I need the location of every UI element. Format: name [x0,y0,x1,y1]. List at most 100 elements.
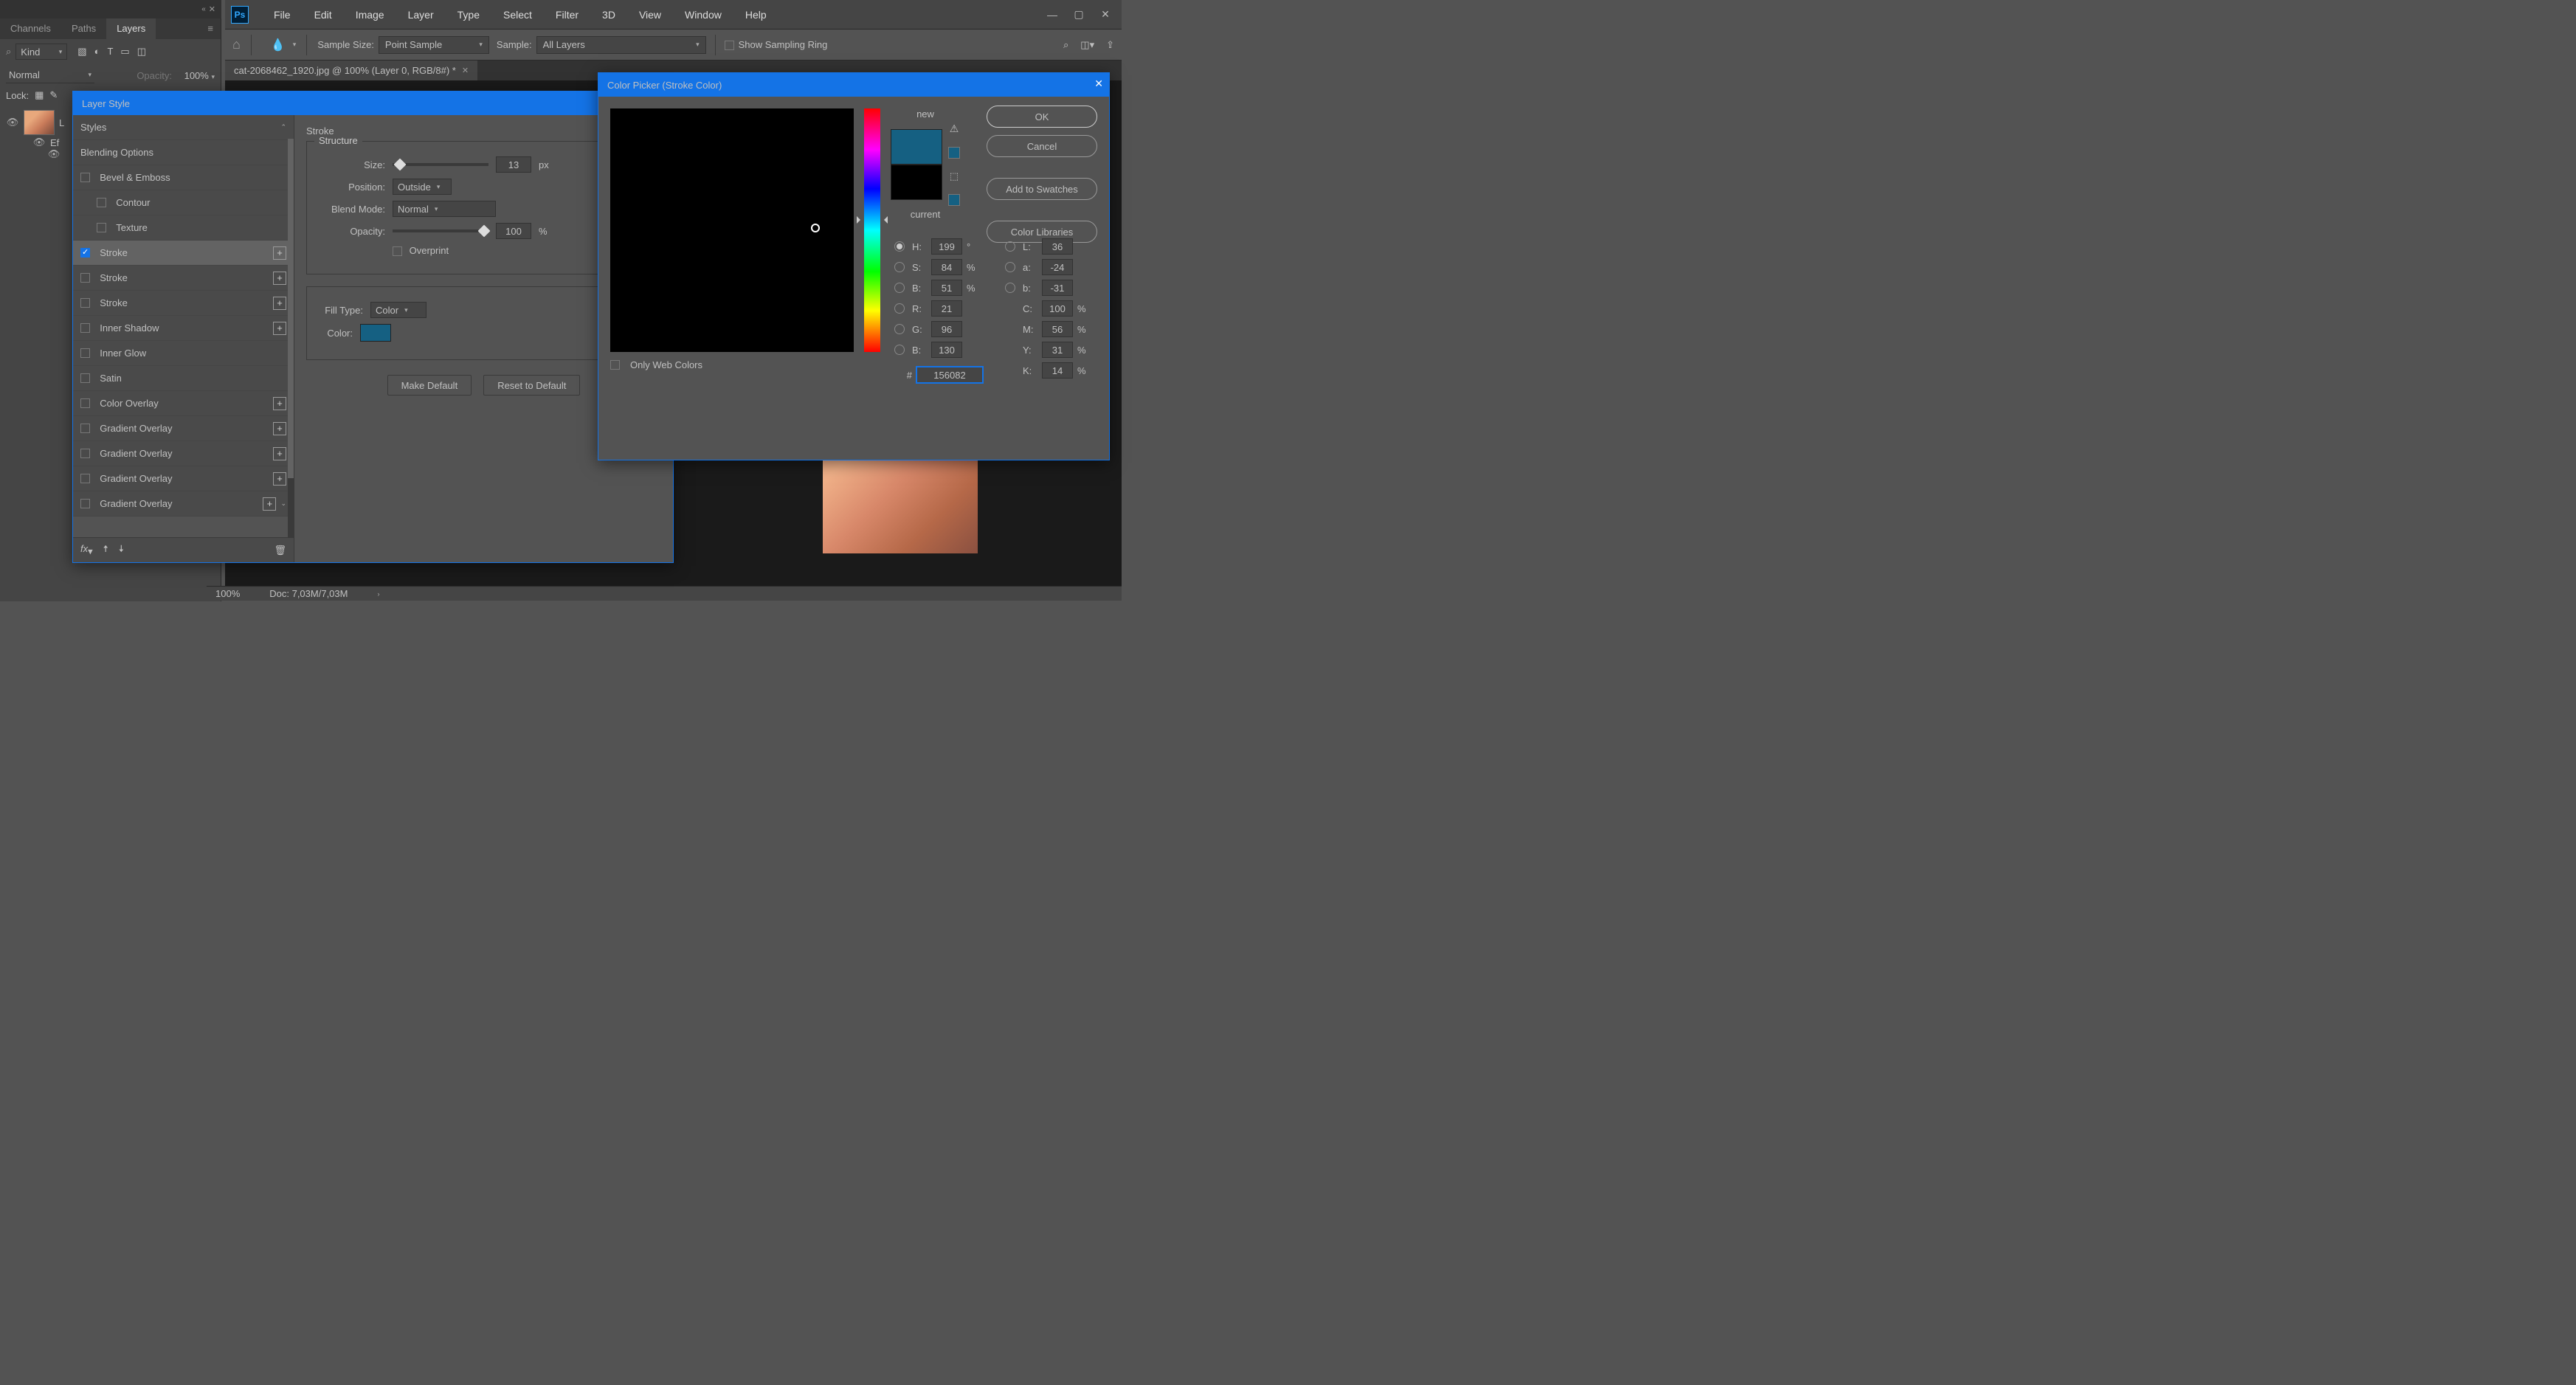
checkbox-icon[interactable] [80,298,90,308]
checkbox-icon[interactable] [80,499,90,508]
make-default-button[interactable]: Make Default [387,375,472,396]
fill-type-select[interactable]: Color▾ [370,302,427,318]
h-radio[interactable] [894,241,905,252]
zoom-level[interactable]: 100% [215,588,240,599]
checkbox-icon[interactable] [80,474,90,483]
b2-input[interactable]: -31 [1042,280,1073,296]
styles-scrollbar[interactable] [288,139,294,537]
filter-image-icon[interactable]: ▧ [77,46,86,58]
menu-3d[interactable]: 3D [592,6,626,24]
sample-size-select[interactable]: Point Sample▾ [379,36,489,54]
blend-mode-select[interactable]: Normal▾ [393,201,496,217]
tab-paths[interactable]: Paths [61,18,106,39]
filter-shape-icon[interactable]: ▭ [120,46,129,58]
color-field-cursor[interactable] [811,224,820,232]
s-radio[interactable] [894,262,905,272]
style-contour[interactable]: Contour [73,190,294,215]
dialog-title-bar[interactable]: Layer Style [73,91,673,115]
s-input[interactable]: 84 [931,259,962,275]
visibility-icon[interactable]: 👁 [32,137,46,148]
k-input[interactable]: 14 [1042,362,1073,379]
add-effect-icon[interactable]: + [273,322,286,335]
menu-window[interactable]: Window [674,6,732,24]
chevron-down-icon[interactable]: ▾ [293,41,297,49]
b2-radio[interactable] [1005,283,1015,293]
panel-menu-icon[interactable]: ≡ [200,18,221,39]
g-input[interactable]: 96 [931,321,962,337]
styles-header[interactable]: Styles⌃ [73,115,294,140]
add-effect-icon[interactable]: + [273,246,286,260]
checkbox-icon[interactable] [97,198,106,207]
move-down-icon[interactable]: 🠇 [119,542,124,559]
menu-filter[interactable]: Filter [545,6,589,24]
add-effect-icon[interactable]: + [273,422,286,435]
chevron-right-icon[interactable]: › [377,590,379,598]
slider-thumb[interactable] [394,159,407,171]
current-color-swatch[interactable] [891,165,942,200]
layer-blend-select[interactable]: Normal▾ [6,67,94,83]
style-gradient-overlay[interactable]: Gradient Overlay+ [73,416,294,441]
checkbox-icon[interactable] [80,173,90,182]
style-satin[interactable]: Satin [73,366,294,391]
gamut-warning-icon[interactable]: ⚠ [950,122,959,135]
menu-select[interactable]: Select [493,6,542,24]
style-gradient-overlay[interactable]: Gradient Overlay+ [73,466,294,491]
hex-input[interactable]: 156082 [916,367,983,383]
size-input[interactable]: 13 [496,156,531,173]
size-slider[interactable] [393,163,488,166]
r-input[interactable]: 21 [931,300,962,317]
style-bevel-emboss[interactable]: Bevel & Emboss [73,165,294,190]
add-effect-icon[interactable]: + [273,447,286,460]
close-panel-icon[interactable]: ✕ [209,4,215,14]
doc-size[interactable]: Doc: 7,03M/7,03M [269,588,348,599]
style-stroke[interactable]: Stroke+ [73,266,294,291]
style-inner-glow[interactable]: Inner Glow [73,341,294,366]
add-effect-icon[interactable]: + [273,397,286,410]
checkbox-icon[interactable] [80,449,90,458]
style-gradient-overlay[interactable]: Gradient Overlay+ [73,441,294,466]
menu-type[interactable]: Type [447,6,490,24]
collapse-panel-icon[interactable]: « [201,5,206,13]
menu-view[interactable]: View [629,6,671,24]
filter-smart-icon[interactable]: ◫ [137,46,146,58]
menu-image[interactable]: Image [345,6,395,24]
show-ring-checkbox[interactable]: Show Sampling Ring [725,39,828,50]
b-input[interactable]: 130 [931,342,962,358]
l-input[interactable]: 36 [1042,238,1073,255]
m-input[interactable]: 56 [1042,321,1073,337]
close-button[interactable]: ✕ [1095,6,1116,24]
reset-default-button[interactable]: Reset to Default [483,375,580,396]
hue-cursor-right[interactable] [880,216,888,224]
l-radio[interactable] [1005,241,1015,252]
layer-thumbnail[interactable] [24,110,55,135]
layer-kind-select[interactable]: Kind▾ [15,44,67,60]
sample-select[interactable]: All Layers▾ [536,36,706,54]
checkbox-icon[interactable] [80,273,90,283]
filter-type-icon[interactable]: T [107,46,113,58]
opacity-input[interactable]: 100 [496,223,531,239]
add-effect-icon[interactable]: + [263,497,276,511]
checkbox-icon[interactable] [80,323,90,333]
overprint-checkbox[interactable]: Overprint [393,245,449,256]
trash-icon[interactable]: 🗑 [274,545,286,556]
saturation-field[interactable] [610,108,854,352]
lock-pixels-icon[interactable]: ✎ [49,89,58,101]
chevron-down-icon[interactable]: ⌄ [280,500,286,508]
minimize-button[interactable]: — [1042,6,1063,24]
search-icon[interactable]: ⌕ [6,46,11,58]
hue-cursor-left[interactable] [857,216,864,224]
style-color-overlay[interactable]: Color Overlay+ [73,391,294,416]
visibility-icon[interactable]: 👁 [6,117,19,128]
move-up-icon[interactable]: 🠅 [103,542,108,559]
add-effect-icon[interactable]: + [273,272,286,285]
style-stroke[interactable]: Stroke+ [73,241,294,266]
share-icon[interactable]: ⇪ [1106,39,1114,51]
websafe-swatch[interactable] [948,194,960,206]
cancel-button[interactable]: Cancel [987,135,1097,157]
menu-help[interactable]: Help [735,6,777,24]
add-effect-icon[interactable]: + [273,297,286,310]
checkbox-icon[interactable] [80,348,90,358]
style-blending-options[interactable]: Blending Options [73,140,294,165]
search-icon[interactable]: ⌕ [1063,39,1068,51]
hue-slider[interactable] [864,108,880,352]
